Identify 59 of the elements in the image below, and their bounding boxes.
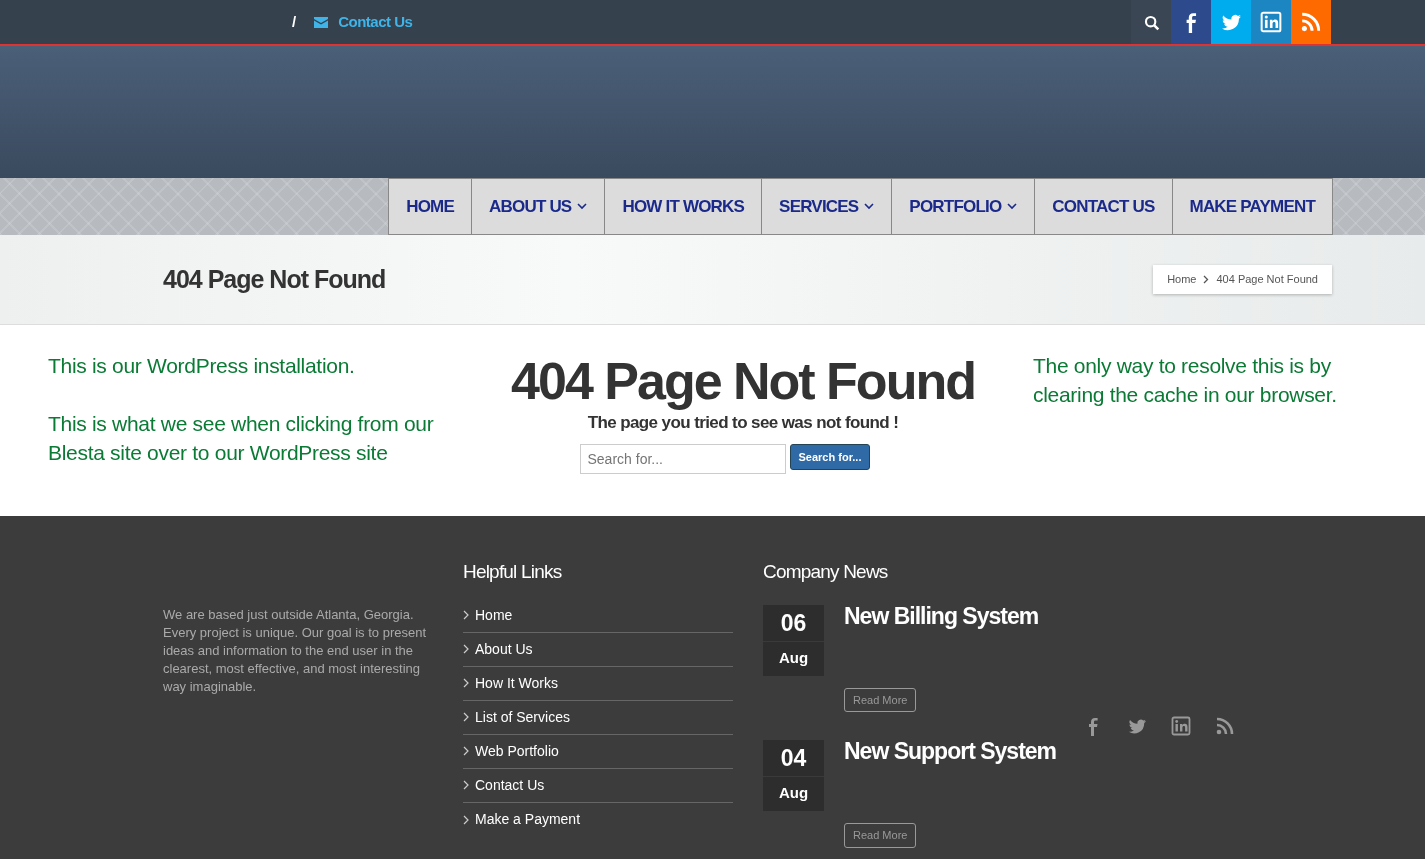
chevron-icon [463, 814, 469, 825]
footer-link[interactable]: About Us [463, 632, 733, 667]
chevron-icon [463, 712, 469, 722]
rss-icon [1300, 11, 1322, 33]
nav-item[interactable]: MAKE PAYMENT [1171, 178, 1333, 235]
chevron-icon [463, 644, 469, 654]
caret-icon [1007, 203, 1018, 210]
linkedin-icon [1260, 11, 1282, 33]
envelope-icon [314, 16, 329, 28]
contact-link[interactable]: Contact Us [338, 10, 413, 34]
chevron-icon [463, 610, 469, 620]
read-more-button[interactable]: Read More [844, 687, 917, 712]
rss-icon [1215, 716, 1235, 736]
error-heading: 404 Page Not Found [511, 353, 975, 411]
chevron-icon [463, 746, 469, 756]
date-month: Aug [777, 647, 810, 668]
separator-text: / [292, 11, 297, 32]
nav-item[interactable]: HOME [388, 178, 472, 235]
footer-link[interactable]: Home [463, 598, 733, 633]
date-day: 06 [763, 604, 824, 642]
social-link[interactable] [1215, 716, 1235, 736]
breadcrumb-item: 404 Page Not Found [1216, 272, 1318, 288]
social-link[interactable] [1171, 716, 1191, 736]
nav-item[interactable]: HOW IT WORKS [604, 178, 762, 235]
chevron-icon [463, 780, 469, 790]
note-text: This is our WordPress installation. [48, 353, 356, 379]
caret-icon [864, 203, 875, 210]
chevron-icon [463, 678, 469, 688]
news-title: New Support System [844, 740, 1057, 763]
section-heading: Company News [763, 560, 889, 584]
caret-icon [577, 203, 588, 210]
footer-link[interactable]: List of Services [463, 700, 733, 735]
nav-item[interactable]: ABOUT US [471, 178, 605, 235]
nav-item[interactable]: PORTFOLIO [891, 178, 1035, 235]
date-day: 04 [763, 740, 824, 777]
search-button[interactable]: Search for... [789, 443, 871, 471]
footer-link[interactable]: Web Portfolio [463, 734, 733, 769]
nav-item[interactable]: SERVICES [761, 178, 892, 235]
about-text: We are based just outside Atlanta, Georgia. Every project is unique. Our goal is to present ideas and information to the end user in the clearest, most effective, and most interesting way imaginable. [163, 606, 428, 696]
section-heading: Helpful Links [463, 560, 563, 584]
error-message: The page you tried to see was not found ! [587, 412, 899, 435]
news-title: New Billing System [844, 604, 1039, 628]
search-icon [1142, 13, 1160, 31]
social-button[interactable] [1171, 0, 1211, 44]
footer-link[interactable]: How It Works [463, 666, 733, 701]
chevron-icon [1203, 275, 1210, 284]
nav-item[interactable]: CONTACT US [1034, 178, 1172, 235]
note-text: This is what we see when clicking from our Blesta site over to our WordPress site [48, 411, 435, 466]
date-month: Aug [777, 783, 810, 803]
breadcrumb-item[interactable]: Home [1167, 271, 1197, 288]
note-text: The only way to resolve this is by clearing the cache in our browser. [1033, 353, 1338, 408]
social-button[interactable] [1251, 0, 1291, 44]
read-more-button[interactable]: Read More [844, 823, 917, 848]
linkedin-icon [1171, 716, 1191, 736]
page-title: 404 Page Not Found [163, 263, 386, 295]
footer-link[interactable]: Make a Payment [463, 802, 733, 837]
footer-link[interactable]: Contact Us [463, 768, 733, 803]
search-field[interactable]: Search for... [579, 443, 786, 474]
search-button[interactable] [1131, 0, 1171, 44]
